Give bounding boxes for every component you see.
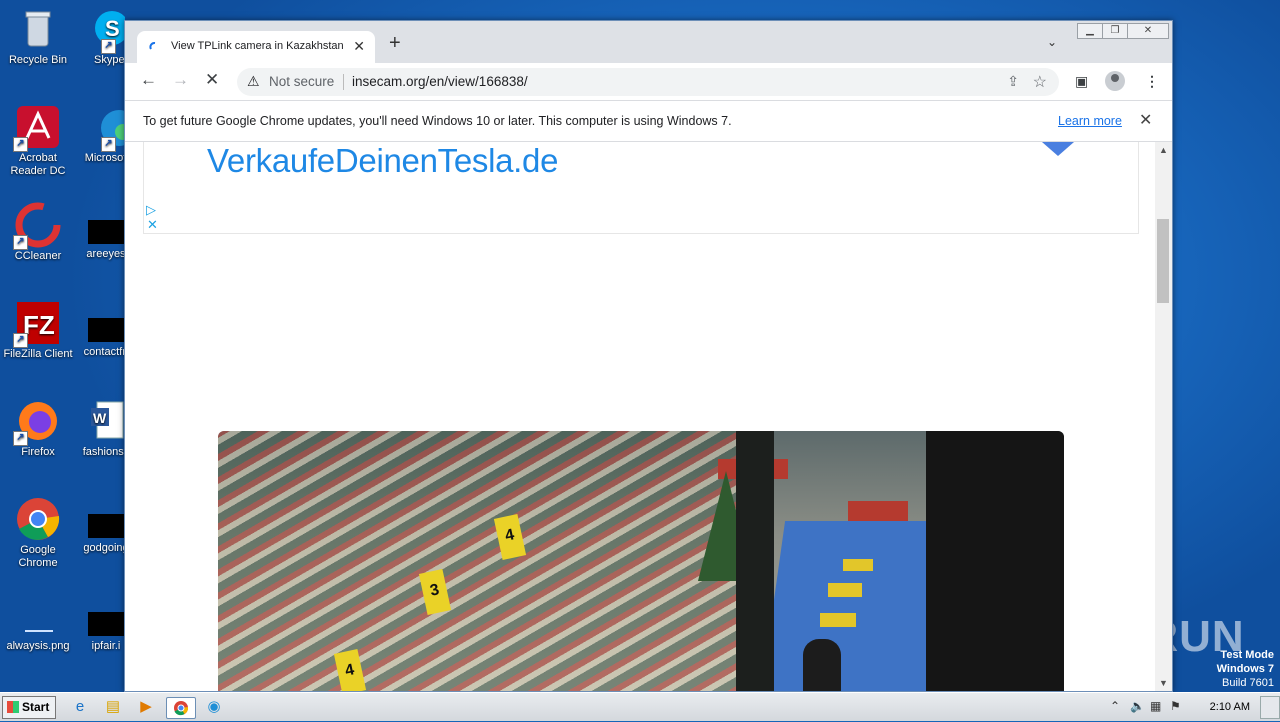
- browser-window: View TPLink camera in Kazakhstan, U ✕ + …: [124, 20, 1173, 692]
- forward-icon[interactable]: →: [172, 71, 189, 89]
- firefox-icon: ↗: [13, 398, 61, 446]
- ad-choices-icon[interactable]: ▷: [146, 202, 156, 218]
- media-player-icon[interactable]: ▶: [136, 697, 156, 717]
- file-icon: [88, 612, 124, 636]
- learn-more-link[interactable]: Learn more: [1058, 114, 1122, 128]
- bookmark-star-icon[interactable]: ☆: [1033, 72, 1047, 92]
- url-text[interactable]: insecam.org/en/view/166838/: [352, 74, 528, 89]
- tab-title: View TPLink camera in Kazakhstan, U: [171, 40, 343, 52]
- show-desktop-button[interactable]: [1260, 696, 1280, 719]
- browser-tab[interactable]: View TPLink camera in Kazakhstan, U ✕: [137, 31, 375, 63]
- close-tab-icon[interactable]: ✕: [353, 38, 365, 55]
- show-hidden-icons-icon[interactable]: ⌃: [1110, 699, 1120, 713]
- scroll-thumb[interactable]: [1157, 219, 1169, 303]
- internet-explorer-icon[interactable]: e: [70, 697, 90, 717]
- page-scrollbar[interactable]: ▲ ▼: [1155, 142, 1172, 691]
- loading-icon: [149, 41, 159, 51]
- ad-arrow-icon: [1042, 142, 1074, 156]
- menu-kebab-icon[interactable]: ⋮: [1145, 73, 1159, 90]
- chrome-icon: [15, 496, 61, 542]
- file-icon: [88, 318, 124, 342]
- ad-banner[interactable]: VerkaufeDeinenTesla.de ▷ ✕: [143, 142, 1139, 234]
- infobar-message: To get future Google Chrome updates, you…: [143, 114, 732, 128]
- scroll-down-icon[interactable]: ▼: [1159, 678, 1168, 688]
- file-explorer-icon[interactable]: ▤: [103, 697, 123, 717]
- close-window-button[interactable]: ✕: [1127, 23, 1169, 39]
- image-file-icon: [15, 604, 61, 638]
- address-separator: [343, 74, 344, 90]
- volume-icon[interactable]: 🔈: [1130, 699, 1145, 713]
- ad-headline[interactable]: VerkaufeDeinenTesla.de: [207, 142, 558, 180]
- warning-icon[interactable]: ⚠: [247, 73, 260, 90]
- ccleaner-icon: ↗: [13, 202, 61, 250]
- person-figure: [803, 639, 841, 691]
- tab-strip: View TPLink camera in Kazakhstan, U ✕ + …: [125, 21, 1172, 63]
- edge-taskbar-icon[interactable]: ◉: [204, 697, 224, 717]
- skype-icon: S ↗: [79, 6, 129, 54]
- page-content: VerkaufeDeinenTesla.de ▷ ✕ 3 4 4: [125, 142, 1155, 691]
- desktop-icon-chrome[interactable]: Google Chrome: [0, 496, 76, 570]
- restore-window-button[interactable]: ❐: [1102, 23, 1128, 39]
- taskbar: Start e ▤ ▶ ◉ ⌃ 🔈 ▦ ⚑ 2:10 AM: [0, 692, 1280, 721]
- update-infobar: To get future Google Chrome updates, you…: [125, 100, 1172, 142]
- desktop-icon-filezilla[interactable]: FZ ↗ FileZilla Client: [0, 300, 76, 361]
- browser-toolbar: ← → ✕ ⚠ Not secure insecam.org/en/view/1…: [125, 63, 1172, 99]
- start-button[interactable]: Start: [2, 696, 56, 719]
- windows-logo-icon: [7, 701, 19, 713]
- word-document-icon: W: [83, 398, 129, 444]
- edge-icon: ↗: [79, 104, 137, 152]
- security-label[interactable]: Not secure: [269, 74, 334, 89]
- stop-loading-icon[interactable]: ✕: [205, 71, 219, 89]
- svg-text:W: W: [93, 410, 107, 426]
- file-icon: [88, 220, 124, 244]
- filezilla-icon: FZ ↗: [13, 300, 61, 348]
- back-icon[interactable]: ←: [140, 71, 157, 89]
- desktop-icon-alwaysis[interactable]: alwaysis.png: [0, 604, 76, 653]
- svg-text:S: S: [105, 16, 120, 41]
- test-mode-notice: Test Mode Windows 7 Build 7601: [1216, 649, 1274, 689]
- new-tab-button[interactable]: +: [389, 33, 401, 53]
- network-icon[interactable]: ▦: [1150, 699, 1161, 713]
- minimize-window-button[interactable]: ▁: [1077, 23, 1103, 39]
- desktop-icon-firefox[interactable]: ↗ Firefox: [0, 398, 76, 459]
- ad-close-icon[interactable]: ✕: [147, 217, 158, 233]
- desktop-icon-ccleaner[interactable]: ↗ CCleaner: [0, 202, 76, 263]
- chrome-taskbar-icon[interactable]: [166, 697, 196, 719]
- camera-feed-image[interactable]: 3 4 4: [218, 431, 1064, 691]
- system-tray: ⌃ 🔈 ▦ ⚑ 2:10 AM: [1100, 693, 1280, 721]
- tab-search-icon[interactable]: ⌄: [1047, 35, 1057, 49]
- side-panel-icon[interactable]: ▣: [1075, 73, 1088, 90]
- clock[interactable]: 2:10 AM: [1210, 701, 1250, 713]
- profile-avatar-icon[interactable]: [1105, 71, 1125, 91]
- acrobat-icon: ↗: [13, 104, 61, 152]
- scroll-up-icon[interactable]: ▲: [1159, 145, 1168, 155]
- recycle-bin-icon: [15, 6, 61, 52]
- close-infobar-icon[interactable]: ✕: [1139, 110, 1152, 130]
- action-center-flag-icon[interactable]: ⚑: [1170, 699, 1181, 713]
- share-icon[interactable]: ⇪: [1007, 73, 1019, 90]
- address-bar[interactable]: ⚠ Not secure insecam.org/en/view/166838/…: [237, 68, 1059, 96]
- file-icon: [88, 514, 124, 538]
